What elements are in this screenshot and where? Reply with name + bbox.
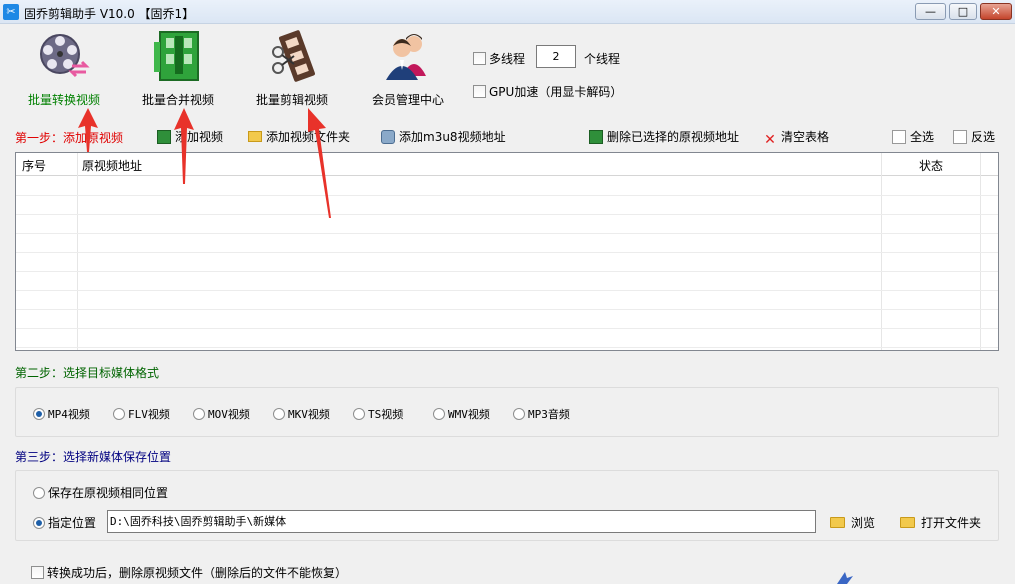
network-icon: [381, 130, 395, 144]
users-icon: [386, 34, 426, 80]
batch-clip-button[interactable]: 批量剪辑视频: [254, 28, 330, 108]
folder-open-icon: [900, 517, 915, 528]
add-m3u8-button[interactable]: 添加m3u8视频地址: [381, 128, 506, 145]
format-label: TS视频: [368, 408, 404, 421]
same-location-label: 保存在原视频相同位置: [48, 486, 169, 500]
folder-search-icon: [830, 517, 845, 528]
table-header: 序号 原视频地址 状态: [16, 153, 998, 176]
open-folder-label: 打开文件夹: [921, 516, 982, 530]
clear-table-label: 清空表格: [781, 130, 830, 144]
table-row[interactable]: [16, 291, 998, 310]
delete-selected-button[interactable]: 删除已选择的原视频地址: [589, 128, 739, 145]
window-title: 固乔剪辑助手 V10.0 【固乔1】: [24, 7, 195, 21]
invert-selection-button[interactable]: 反选: [953, 128, 995, 145]
film-reel-icon: [40, 34, 90, 78]
table-row[interactable]: [16, 196, 998, 215]
select-all-button[interactable]: 全选: [892, 128, 934, 145]
page-icon: [953, 130, 967, 144]
save-same-location-option[interactable]: 保存在原视频相同位置: [33, 484, 168, 501]
format-label: MOV视频: [208, 408, 250, 421]
format-label: MP4视频: [48, 408, 90, 421]
folder-add-icon: [248, 131, 262, 142]
format-option-ts[interactable]: TS视频: [353, 406, 403, 422]
column-header-path[interactable]: 原视频地址: [82, 157, 142, 174]
browse-label: 浏览: [851, 516, 876, 530]
step3-label: 第三步：选择新媒体保存位置: [15, 450, 172, 464]
gpu-accel-checkbox[interactable]: GPU加速（用显卡解码）: [473, 83, 622, 100]
table-row[interactable]: [16, 215, 998, 234]
minimize-button[interactable]: —: [915, 3, 946, 20]
format-option-mov[interactable]: MOV视频: [193, 406, 250, 422]
format-label: WMV视频: [448, 408, 490, 421]
scissors-film-icon: [272, 30, 315, 82]
radio-flv[interactable]: [113, 408, 125, 420]
browse-button[interactable]: 浏览: [830, 514, 875, 531]
specify-location-option[interactable]: 指定位置: [33, 514, 96, 531]
open-folder-button[interactable]: 打开文件夹: [900, 514, 981, 531]
maximize-button[interactable]: □: [949, 3, 977, 20]
multithread-checkbox-box[interactable]: [473, 52, 486, 65]
radio-mov[interactable]: [193, 408, 205, 420]
video-table[interactable]: 序号 原视频地址 状态: [15, 152, 999, 351]
delete-selected-label: 删除已选择的原视频地址: [607, 130, 740, 144]
multithread-label: 多线程: [489, 52, 526, 66]
format-option-mp4[interactable]: MP4视频: [33, 406, 90, 422]
table-row[interactable]: [16, 177, 998, 196]
table-row[interactable]: [16, 234, 998, 253]
batch-convert-button[interactable]: 批量转换视频: [26, 28, 102, 108]
multithread-checkbox[interactable]: 多线程: [473, 50, 525, 67]
format-label: MKV视频: [288, 408, 330, 421]
title-bar: ✂ 固乔剪辑助手 V10.0 【固乔1】 — □ ✕: [0, 0, 1015, 24]
table-row[interactable]: [16, 272, 998, 291]
app-icon: ✂: [3, 4, 19, 20]
add-m3u8-label: 添加m3u8视频地址: [399, 130, 506, 144]
specify-location-label: 指定位置: [48, 516, 97, 530]
format-label: MP3音频: [528, 408, 570, 421]
clear-table-button[interactable]: ✕ 清空表格: [763, 128, 829, 148]
annotation-arrow: [308, 108, 331, 218]
table-row[interactable]: [16, 329, 998, 348]
member-center-label: 会员管理中心: [371, 93, 444, 107]
step2-label: 第二步：选择目标媒体格式: [15, 366, 160, 380]
save-path-input[interactable]: D:\固乔科技\固乔剪辑助手\新媒体: [107, 510, 816, 533]
radio-specify-location[interactable]: [33, 517, 45, 529]
format-label: FLV视频: [128, 408, 170, 421]
radio-mp4[interactable]: [33, 408, 45, 420]
radio-same-location[interactable]: [33, 487, 45, 499]
delete-after-convert-checkbox[interactable]: 转换成功后，删除原视频文件（删除后的文件不能恢复）: [31, 564, 347, 581]
close-button[interactable]: ✕: [980, 3, 1012, 20]
format-option-mkv[interactable]: MKV视频: [273, 406, 330, 422]
annotation-arrow: [78, 108, 98, 152]
film-delete-icon: [589, 130, 603, 144]
member-center-button[interactable]: 会员管理中心: [370, 28, 446, 108]
radio-mkv[interactable]: [273, 408, 285, 420]
page-icon: [892, 130, 906, 144]
table-row[interactable]: [16, 310, 998, 329]
start-convert-icon[interactable]: [833, 570, 873, 584]
annotation-arrow: [174, 108, 194, 184]
batch-merge-button[interactable]: 批量合并视频: [140, 28, 216, 108]
film-strip-merge-icon: [154, 31, 199, 81]
radio-mp3[interactable]: [513, 408, 525, 420]
invert-label: 反选: [971, 130, 996, 144]
format-option-flv[interactable]: FLV视频: [113, 406, 170, 422]
delete-after-label: 转换成功后，删除原视频文件（删除后的文件不能恢复）: [47, 566, 348, 580]
table-row[interactable]: [16, 253, 998, 272]
column-header-status[interactable]: 状态: [919, 157, 943, 174]
format-option-wmv[interactable]: WMV视频: [433, 406, 490, 422]
format-option-mp3[interactable]: MP3音频: [513, 406, 570, 422]
red-x-icon: ✕: [764, 132, 776, 148]
select-all-label: 全选: [910, 130, 935, 144]
film-add-icon: [157, 130, 171, 144]
radio-ts[interactable]: [353, 408, 365, 420]
thread-count-input[interactable]: 2: [536, 45, 576, 68]
column-header-index[interactable]: 序号: [22, 157, 46, 174]
step1-label: 第一步：添加原视频: [15, 131, 124, 145]
radio-wmv[interactable]: [433, 408, 445, 420]
gpu-accel-label: GPU加速（用显卡解码）: [489, 85, 623, 99]
thread-unit-label: 个线程: [584, 52, 621, 66]
delete-after-checkbox-box[interactable]: [31, 566, 44, 579]
gpu-accel-checkbox-box[interactable]: [473, 85, 486, 98]
